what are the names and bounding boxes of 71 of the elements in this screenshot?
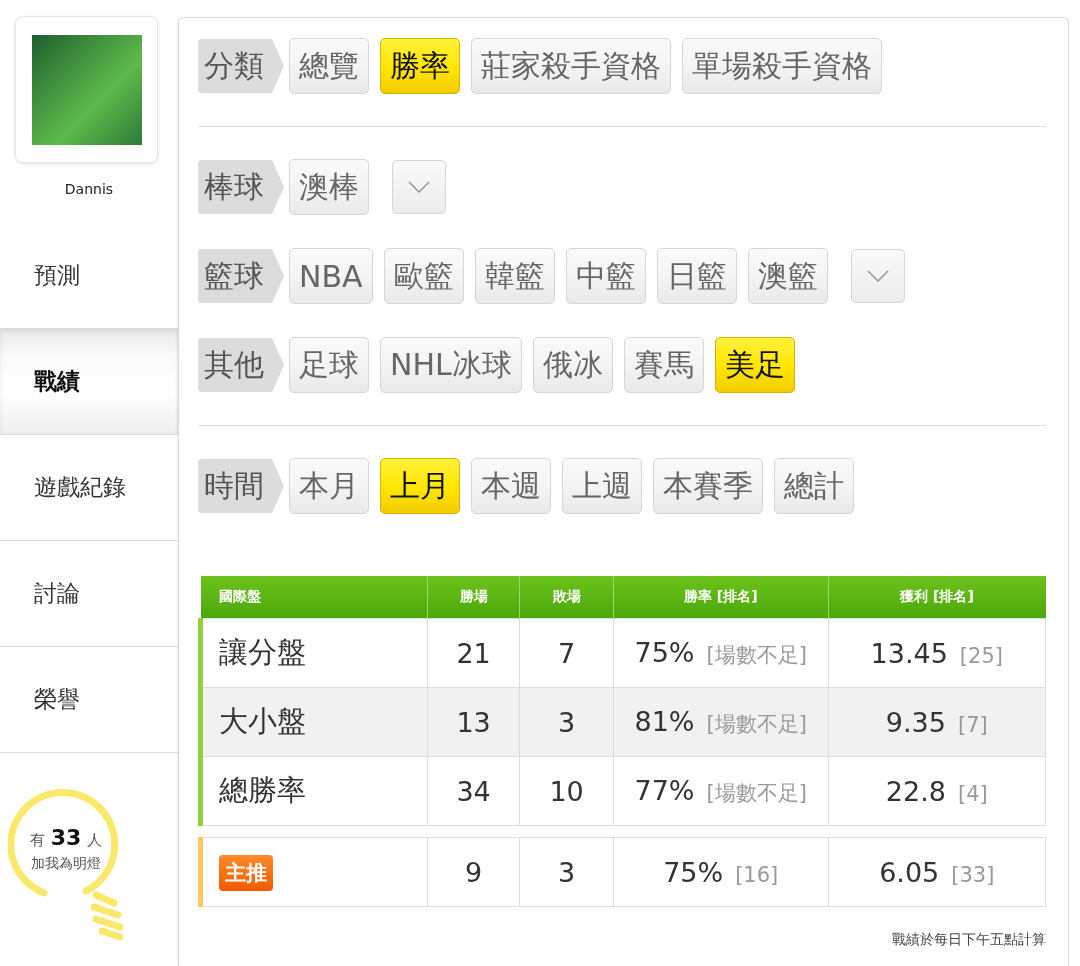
filter-option[interactable]: 上週 [562, 458, 642, 514]
filter-option[interactable]: 足球 [289, 337, 369, 393]
rank-text: [33] [951, 862, 995, 887]
table-cell: 10 [519, 756, 614, 826]
filter-option[interactable]: 本賽季 [653, 458, 763, 514]
filter-option[interactable]: 勝率 [380, 38, 460, 94]
table-cell: 3 [519, 687, 614, 757]
table-cell-value: 75% [634, 637, 695, 668]
column-header: 獲利 [排名] [828, 576, 1046, 619]
rank-text: [7] [957, 712, 988, 737]
filter-option[interactable]: NHL冰球 [380, 337, 522, 393]
filter-option[interactable]: 美足 [714, 337, 795, 393]
filter-label: 時間 [198, 459, 284, 513]
table-cell: 21 [427, 618, 520, 688]
column-header: 敗場 [519, 576, 614, 619]
filter-option[interactable]: 日籃 [656, 248, 737, 304]
table-cell-value: 77% [634, 775, 695, 806]
filter-label: 分類 [198, 39, 284, 93]
rank-text: [場數不足] [706, 712, 807, 736]
username: Dannis [64, 181, 114, 197]
footnote: 戰績於每日下午五點計算 [891, 931, 1046, 949]
filter-option[interactable]: 俄冰 [532, 337, 613, 393]
filter-option[interactable]: 韓籃 [474, 248, 555, 304]
filter-option[interactable]: 莊家殺手資格 [471, 38, 671, 94]
chevron-down-icon [408, 181, 430, 193]
rank-text: [16] [735, 862, 779, 887]
filter-option[interactable]: 單場殺手資格 [682, 38, 882, 94]
table-cell-value: 6.05 [879, 856, 940, 888]
column-header: 國際盤 [200, 576, 428, 619]
filter-option[interactable]: 本週 [471, 458, 551, 514]
table-cell-value: 22.8 [885, 775, 946, 807]
table-cell: 34 [427, 756, 520, 826]
filter-option[interactable]: 賽馬 [623, 337, 704, 393]
filter-option[interactable]: NBA [289, 248, 373, 304]
column-header: 勝場 [427, 576, 520, 619]
rank-text: [場數不足] [706, 781, 807, 805]
featured-badge: 主推 [219, 855, 273, 891]
rank-text: [4] [957, 781, 988, 806]
table-cell: 3 [519, 837, 614, 907]
filter-label: 籃球 [198, 249, 284, 303]
sidebar-item[interactable]: 討論 [0, 541, 178, 647]
rank-text: [場數不足] [706, 643, 807, 667]
filter-label: 棒球 [198, 160, 284, 214]
filter-option[interactable]: 歐籃 [383, 248, 464, 304]
filter-option[interactable]: 總計 [774, 458, 854, 514]
table-cell: 總勝率 [200, 756, 428, 826]
dropdown-button[interactable] [392, 160, 446, 214]
sidebar-item[interactable]: 戰績 [0, 329, 178, 435]
filter-option[interactable]: 本月 [289, 458, 369, 514]
filter-option[interactable]: 中籃 [565, 248, 646, 304]
filter-option[interactable]: 上月 [380, 458, 460, 514]
column-header: 勝率 [排名] [613, 576, 829, 619]
fans-count-text: 有 33 人 [28, 825, 104, 850]
table-cell-value: 9.35 [885, 706, 946, 738]
rank-text: [25] [959, 643, 1003, 668]
table-cell-value: 13.45 [870, 637, 948, 669]
dropdown-button[interactable] [850, 249, 905, 303]
fans-caption: 加我為明燈 [30, 855, 102, 873]
filter-option[interactable]: 澳籃 [747, 248, 828, 304]
filter-label: 其他 [198, 338, 284, 392]
chevron-down-icon [866, 270, 889, 282]
table-cell: 7 [519, 618, 614, 688]
filter-option[interactable]: 總覽 [289, 38, 369, 94]
sidebar-item[interactable]: 遊戲紀錄 [0, 435, 178, 541]
filter-option[interactable]: 澳棒 [289, 159, 369, 215]
table-cell-value: 81% [634, 706, 695, 737]
table-cell: 大小盤 [200, 687, 428, 757]
table-cell-value: 75% [663, 856, 724, 888]
table-cell: 9 [427, 837, 520, 907]
sidebar-item[interactable]: 榮譽 [0, 647, 178, 753]
table-cell: 13 [427, 687, 520, 757]
